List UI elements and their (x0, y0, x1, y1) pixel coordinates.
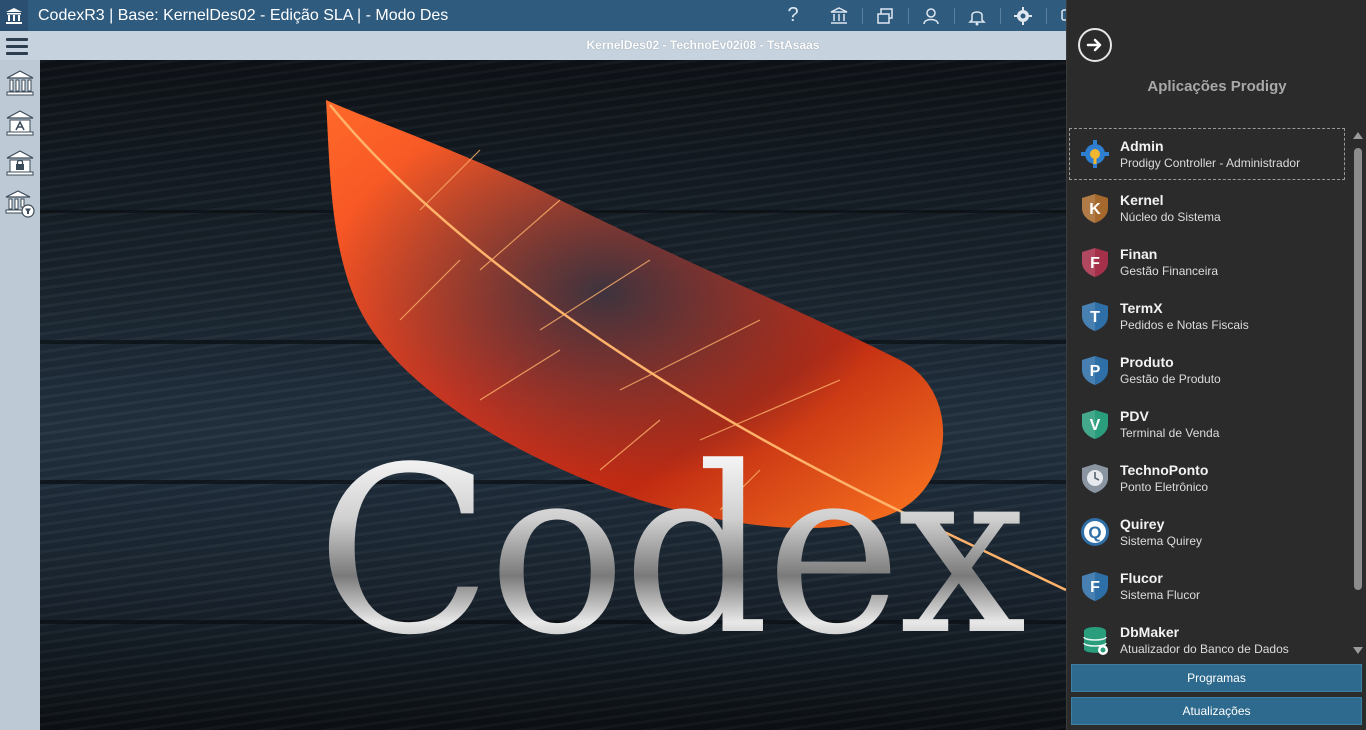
svg-text:V: V (1090, 417, 1101, 434)
app-description: Pedidos e Notas Fiscais (1120, 318, 1249, 332)
app-description: Sistema Quirey (1120, 534, 1203, 548)
panel-back-button[interactable] (1078, 28, 1112, 62)
left-icon-rail (0, 60, 40, 730)
flucor-shield-icon: F (1078, 569, 1112, 603)
applications-panel: Aplicações Prodigy Admin Prodigy Controll… (1066, 0, 1366, 730)
app-item-technoponto[interactable]: TechnoPonto Ponto Eletrônico (1069, 452, 1345, 504)
svg-text:P: P (1090, 363, 1101, 380)
context-label: KernelDes02 - TechnoEv02i08 - TstAsaas (586, 38, 820, 52)
user-button[interactable] (908, 0, 954, 31)
app-item-texts: Flucor Sistema Flucor (1120, 569, 1200, 603)
rail-institution-lock-button[interactable] (3, 146, 37, 180)
application-list-scrollbar[interactable] (1351, 130, 1365, 656)
notifications-button[interactable] (954, 0, 1000, 31)
panel-title: Aplicações Prodigy (1147, 78, 1287, 95)
app-description: Atualizador do Banco de Dados (1120, 642, 1289, 656)
window-title: CodexR3 | Base: KernelDes02 - Edição SLA… (38, 6, 449, 24)
app-name: DbMaker (1120, 624, 1180, 640)
app-name: Quirey (1120, 516, 1165, 532)
app-name: TermX (1120, 300, 1163, 316)
app-description: Prodigy Controller - Administrador (1120, 156, 1301, 170)
settings-button[interactable] (1000, 0, 1046, 31)
app-item-texts: PDV Terminal de Venda (1120, 407, 1219, 441)
app-description: Gestão Financeira (1120, 264, 1219, 278)
application-list: Admin Prodigy Controller - Administrador K… (1069, 128, 1349, 656)
rail-institution-doc-button[interactable] (3, 106, 37, 140)
app-name: Flucor (1120, 570, 1163, 586)
app-name: Finan (1120, 246, 1158, 262)
produto-shield-icon: P (1078, 353, 1112, 387)
user-icon (923, 7, 939, 24)
institution-doc-icon (6, 110, 34, 136)
institution-icon (6, 70, 34, 96)
app-item-texts: TechnoPonto Ponto Eletrônico (1120, 461, 1208, 495)
windows-icon (877, 7, 893, 24)
app-name: Kernel (1120, 192, 1164, 208)
gear-shield-icon (1078, 137, 1112, 171)
arrow-right-icon (1086, 38, 1102, 52)
title-toolbar: ? (770, 0, 1092, 31)
app-item-texts: Quirey Sistema Quirey (1120, 515, 1202, 549)
programas-button[interactable]: Programas (1071, 664, 1362, 692)
scroll-down-arrow-icon[interactable] (1353, 647, 1363, 654)
database-icon (1078, 623, 1112, 656)
app-item-texts: Kernel Núcleo do Sistema (1120, 191, 1221, 225)
splash-background: Codex (40, 60, 1066, 730)
app-item-texts: Finan Gestão Financeira (1120, 245, 1218, 279)
app-description: Sistema Flucor (1120, 588, 1201, 602)
scroll-thumb[interactable] (1354, 148, 1362, 590)
gear-icon (1014, 6, 1032, 25)
finan-shield-icon: F (1078, 245, 1112, 279)
scroll-up-arrow-icon[interactable] (1353, 132, 1363, 139)
app-item-quirey[interactable]: Q Quirey Sistema Quirey (1069, 506, 1345, 558)
app-item-dbmaker[interactable]: DbMaker Atualizador do Banco de Dados (1069, 614, 1345, 656)
svg-text:K: K (1089, 201, 1101, 218)
app-name: TechnoPonto (1120, 462, 1209, 478)
help-icon: ? (787, 4, 799, 26)
svg-text:Q: Q (1088, 523, 1101, 542)
windows-button[interactable] (862, 0, 908, 31)
context-bar: KernelDes02 - TechnoEv02i08 - TstAsaas (0, 31, 1066, 60)
quirey-shield-icon: Q (1078, 515, 1112, 549)
codex-wordmark: Codex (316, 419, 1028, 686)
svg-text:F: F (1090, 255, 1100, 272)
app-logo-icon[interactable] (0, 0, 28, 31)
app-item-pdv[interactable]: V PDV Terminal de Venda (1069, 398, 1345, 450)
help-button[interactable]: ? (770, 0, 816, 31)
svg-text:T: T (1090, 309, 1100, 326)
svg-text:F: F (1090, 579, 1100, 596)
app-name: Admin (1120, 138, 1164, 154)
app-description: Ponto Eletrônico (1120, 480, 1209, 494)
termx-shield-icon: T (1078, 299, 1112, 333)
codex-app-window: CodexR3 | Base: KernelDes02 - Edição SLA… (0, 0, 1366, 730)
app-item-texts: Produto Gestão de Produto (1120, 353, 1221, 387)
app-item-texts: DbMaker Atualizador do Banco de Dados (1120, 623, 1289, 656)
clock-shield-icon (1078, 461, 1112, 495)
institution-lock-icon (6, 150, 34, 176)
app-item-produto[interactable]: P Produto Gestão de Produto (1069, 344, 1345, 396)
institution-filter-icon (5, 190, 35, 218)
rail-institution-button[interactable] (3, 66, 37, 100)
app-item-admin[interactable]: Admin Prodigy Controller - Administrador (1069, 128, 1345, 180)
app-name: Produto (1120, 354, 1174, 370)
app-item-finan[interactable]: F Finan Gestão Financeira (1069, 236, 1345, 288)
app-item-texts: TermX Pedidos e Notas Fiscais (1120, 299, 1249, 333)
kernel-shield-icon: K (1078, 191, 1112, 225)
hamburger-menu-button[interactable] (6, 34, 34, 58)
app-description: Terminal de Venda (1120, 426, 1220, 440)
pdv-shield-icon: V (1078, 407, 1112, 441)
app-item-kernel[interactable]: K Kernel Núcleo do Sistema (1069, 182, 1345, 234)
app-description: Núcleo do Sistema (1120, 210, 1221, 224)
app-description: Gestão de Produto (1120, 372, 1221, 386)
app-item-texts: Admin Prodigy Controller - Administrador (1120, 137, 1300, 171)
atualizacoes-button[interactable]: Atualizações (1071, 697, 1362, 725)
app-item-termx[interactable]: T TermX Pedidos e Notas Fiscais (1069, 290, 1345, 342)
app-name: PDV (1120, 408, 1149, 424)
app-item-flucor[interactable]: F Flucor Sistema Flucor (1069, 560, 1345, 612)
institution-button[interactable] (816, 0, 862, 31)
institution-icon (830, 6, 848, 24)
bell-icon (968, 10, 986, 25)
rail-institution-filter-button[interactable] (3, 186, 37, 220)
